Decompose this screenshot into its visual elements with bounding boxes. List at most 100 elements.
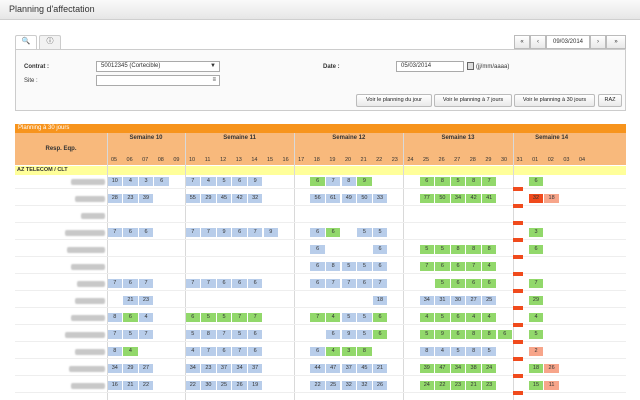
planning-jour-button[interactable]: Voir le planning du jour	[356, 94, 432, 107]
planning-cell[interactable]: 7	[466, 262, 481, 271]
planning-cell[interactable]: 8	[481, 330, 497, 339]
planning-cell[interactable]: 5	[341, 313, 357, 322]
planning-cell[interactable]: 6	[232, 177, 247, 186]
planning-cell[interactable]: 34	[450, 364, 466, 373]
planning-cell[interactable]: 6	[372, 313, 388, 322]
planning-cell[interactable]: 5	[357, 330, 372, 339]
planning-cell[interactable]: 7	[185, 228, 201, 237]
planning-cell[interactable]: 7	[481, 177, 497, 186]
planning-cell[interactable]: 6	[372, 262, 388, 271]
planning-cell[interactable]: 4	[123, 347, 138, 356]
prev-page-button[interactable]: ‹	[530, 35, 546, 49]
planning-cell[interactable]: 34	[232, 364, 247, 373]
planning-cell[interactable]: 18	[528, 364, 544, 373]
planning-cell[interactable]: 6	[466, 279, 481, 288]
planning-cell[interactable]: 4	[466, 313, 481, 322]
planning-cell[interactable]: 6	[247, 279, 263, 288]
planning-cell[interactable]: 56	[310, 194, 325, 203]
planning-cell[interactable]: 5	[435, 245, 450, 254]
planning-cell[interactable]: 26	[372, 381, 388, 390]
planning-cell[interactable]: 15	[528, 381, 544, 390]
planning-cell[interactable]: 6	[154, 177, 169, 186]
planning-cell[interactable]: 32	[357, 381, 372, 390]
raz-button[interactable]: RAZ	[598, 94, 622, 107]
planning-cell[interactable]: 37	[216, 364, 232, 373]
planning-cell[interactable]: 6	[528, 177, 544, 186]
planning-cell[interactable]: 7	[310, 313, 325, 322]
planning-cell[interactable]: 29	[201, 194, 216, 203]
planning-cell[interactable]: 8	[325, 262, 341, 271]
planning-cell[interactable]: 5	[185, 330, 201, 339]
planning-cell[interactable]: 5	[450, 177, 466, 186]
planning-cell[interactable]: 6	[138, 228, 154, 237]
planning-cell[interactable]: 5	[372, 228, 388, 237]
planning-cell[interactable]: 42	[466, 194, 481, 203]
planning-cell[interactable]: 7	[216, 330, 232, 339]
planning-cell[interactable]: 7	[232, 347, 247, 356]
planning-cell[interactable]: 27	[466, 296, 481, 305]
planning-cell[interactable]: 6	[325, 228, 341, 237]
planning-cell[interactable]: 11	[544, 381, 559, 390]
planning-cell[interactable]: 24	[419, 381, 435, 390]
planning-cell[interactable]: 6	[372, 330, 388, 339]
planning-cell[interactable]: 8	[466, 177, 481, 186]
planning-cell[interactable]: 8	[466, 330, 481, 339]
planning-cell[interactable]: 4	[419, 313, 435, 322]
planning-cell[interactable]: 8	[466, 347, 481, 356]
planning-cell[interactable]: 5	[232, 330, 247, 339]
planning-cell[interactable]: 8	[481, 245, 497, 254]
planning-cell[interactable]: 6	[435, 262, 450, 271]
planning-cell[interactable]: 6	[123, 228, 138, 237]
planning-cell[interactable]: 6	[232, 228, 247, 237]
planning-cell[interactable]: 41	[481, 194, 497, 203]
planning-cell[interactable]: 22	[185, 381, 201, 390]
planning-cell[interactable]: 25	[481, 296, 497, 305]
planning-cell[interactable]: 50	[357, 194, 372, 203]
planning-cell[interactable]: 9	[341, 330, 357, 339]
planning-cell[interactable]: 26	[232, 381, 247, 390]
planning-cell[interactable]: 28	[107, 194, 123, 203]
planning-cell[interactable]: 21	[123, 296, 138, 305]
planning-cell[interactable]: 34	[419, 296, 435, 305]
planning-cell[interactable]: 8	[201, 330, 216, 339]
tab-search[interactable]: 🔍	[15, 35, 37, 50]
planning-cell[interactable]: 6	[123, 279, 138, 288]
planning-cell[interactable]: 22	[310, 381, 325, 390]
planning-cell[interactable]: 37	[247, 364, 263, 373]
planning-cell[interactable]: 7	[325, 279, 341, 288]
planning-30-jours-button[interactable]: Voir le planning à 30 jours	[514, 94, 595, 107]
planning-cell[interactable]: 18	[372, 296, 388, 305]
planning-cell[interactable]: 5	[357, 262, 372, 271]
date-input[interactable]: 05/03/2014	[396, 61, 464, 72]
planning-cell[interactable]: 50	[435, 194, 450, 203]
planning-cell[interactable]: 4	[123, 177, 138, 186]
planning-cell[interactable]: 5	[419, 330, 435, 339]
planning-cell[interactable]: 7	[138, 279, 154, 288]
planning-cell[interactable]: 6	[310, 347, 325, 356]
planning-cell[interactable]: 6	[450, 279, 466, 288]
planning-cell[interactable]: 6	[310, 245, 325, 254]
planning-cell[interactable]: 7	[201, 347, 216, 356]
planning-cell[interactable]: 7	[107, 330, 123, 339]
planning-cell[interactable]: 24	[481, 364, 497, 373]
planning-cell[interactable]: 21	[466, 381, 481, 390]
planning-cell[interactable]: 44	[310, 364, 325, 373]
planning-cell[interactable]: 29	[528, 296, 544, 305]
planning-cell[interactable]: 37	[341, 364, 357, 373]
planning-7-jours-button[interactable]: Voir le planning à 7 jours	[434, 94, 512, 107]
planning-cell[interactable]: 9	[435, 330, 450, 339]
planning-cell[interactable]: 7	[232, 313, 247, 322]
planning-cell[interactable]: 6	[450, 262, 466, 271]
planning-cell[interactable]: 33	[372, 194, 388, 203]
planning-cell[interactable]: 22	[435, 381, 450, 390]
last-page-button[interactable]: »	[606, 35, 626, 49]
planning-cell[interactable]: 6	[481, 279, 497, 288]
planning-cell[interactable]: 7	[201, 279, 216, 288]
planning-cell[interactable]: 7	[185, 279, 201, 288]
planning-cell[interactable]: 77	[419, 194, 435, 203]
planning-cell[interactable]: 8	[341, 177, 357, 186]
planning-cell[interactable]: 4	[325, 313, 341, 322]
planning-cell[interactable]: 30	[450, 296, 466, 305]
planning-cell[interactable]: 34	[185, 364, 201, 373]
planning-cell[interactable]: 32	[528, 194, 544, 203]
